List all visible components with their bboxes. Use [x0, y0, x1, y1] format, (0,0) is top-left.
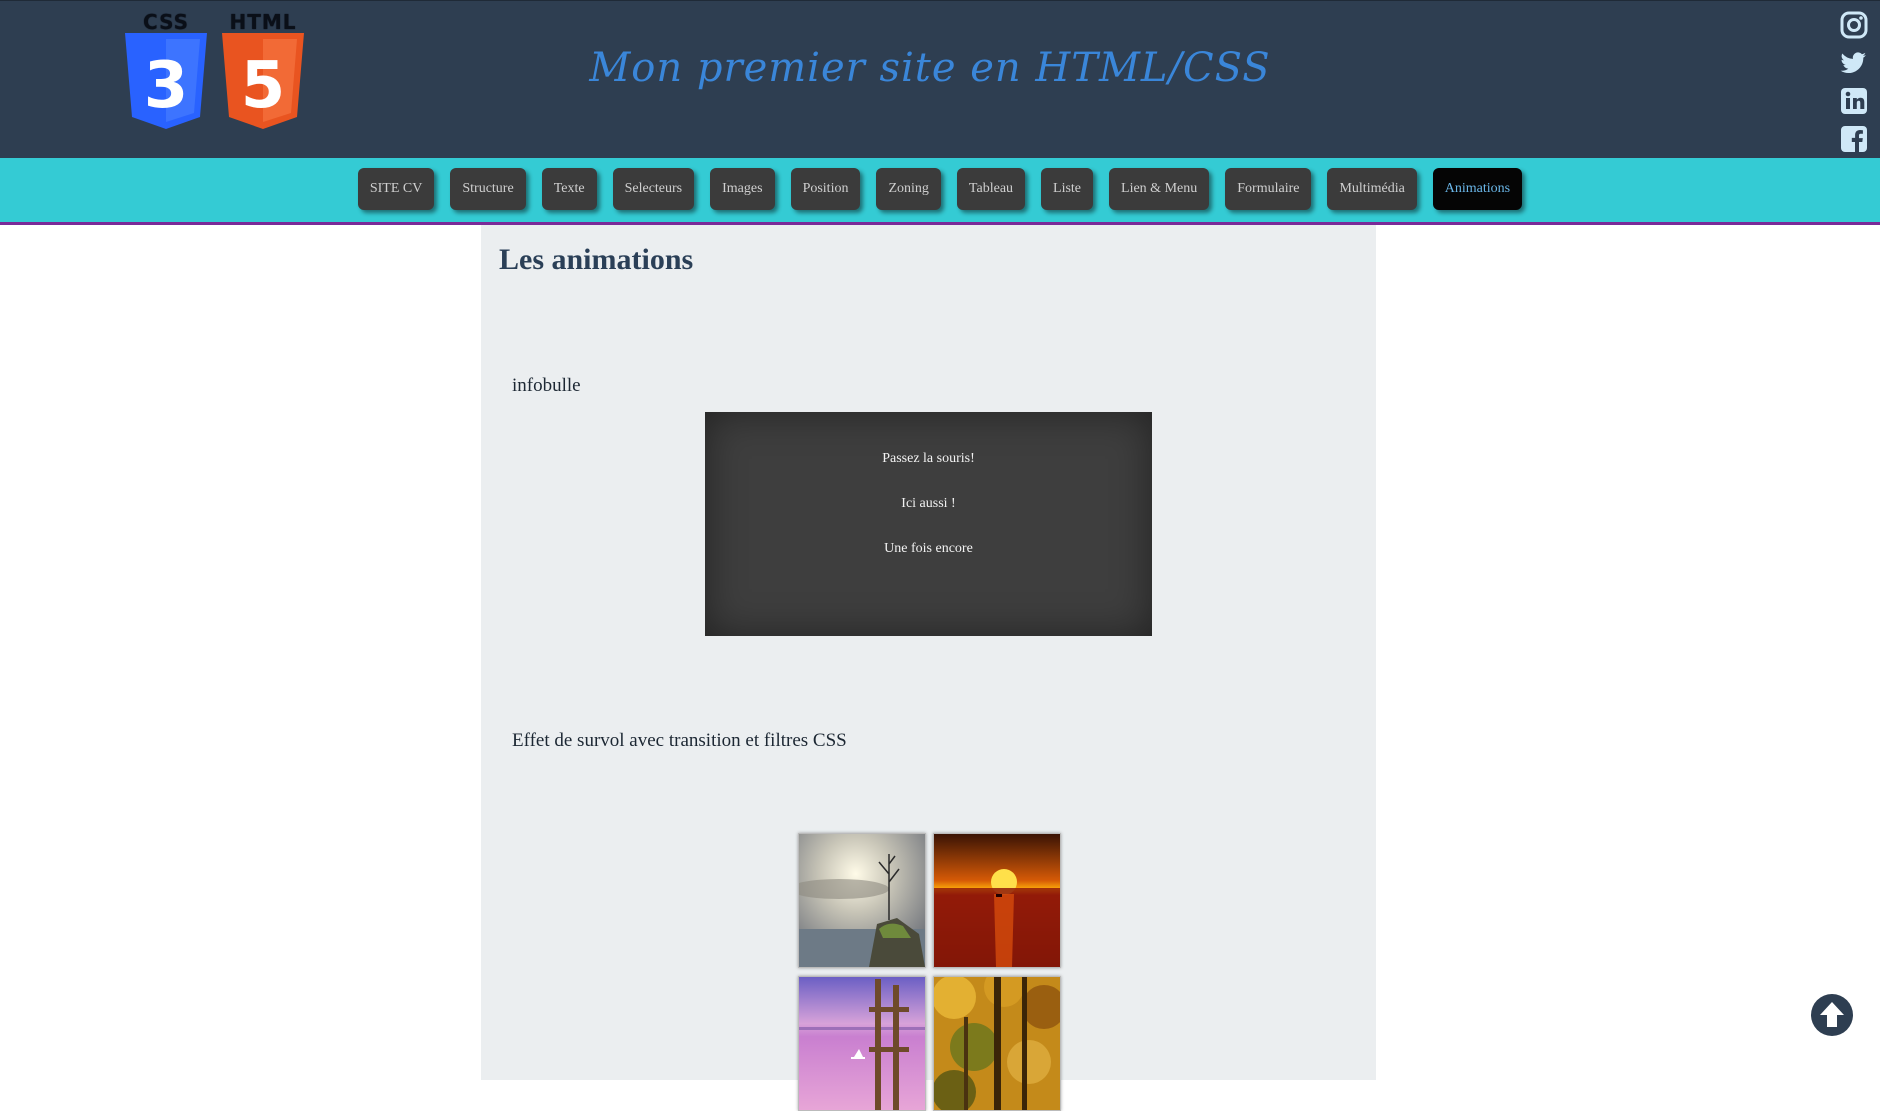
tooltip-trigger-3[interactable]: Une fois encore — [705, 541, 1152, 557]
html-logo-caption: HTML — [229, 10, 297, 34]
facebook-icon[interactable] — [1840, 125, 1868, 153]
nav-item-site-cv[interactable]: SITE CV — [357, 168, 435, 210]
autumn-forest-image[interactable] — [933, 976, 1061, 1111]
site-title: Mon premier site en HTML/CSS — [589, 45, 1271, 91]
main-content: Les animations infobulle Passez la souri… — [481, 225, 1376, 1111]
nav-item-structure[interactable]: Structure — [450, 168, 526, 210]
tree-on-rock-sky-image[interactable] — [798, 833, 926, 968]
instagram-icon[interactable] — [1840, 11, 1868, 39]
nav-item-liste[interactable]: Liste — [1041, 168, 1094, 210]
nav-item-animations[interactable]: Animations — [1432, 168, 1523, 210]
nav-item-lien-menu[interactable]: Lien & Menu — [1109, 168, 1210, 210]
social-links — [1840, 11, 1868, 163]
nav-item-formulaire[interactable]: Formulaire — [1225, 168, 1312, 210]
page-title: Les animations — [499, 243, 694, 276]
tooltip-trigger-2[interactable]: Ici aussi ! — [705, 496, 1152, 512]
hover-section-label: Effet de survol avec transition et filtr… — [512, 730, 847, 751]
sunset-sea-image[interactable] — [933, 833, 1061, 968]
nav-item-tableau[interactable]: Tableau — [956, 168, 1026, 210]
nav-item-zoning[interactable]: Zoning — [876, 168, 941, 210]
purple-lake-pier-image[interactable] — [798, 976, 926, 1111]
twitter-icon[interactable] — [1840, 49, 1868, 77]
main-navigation: SITE CV Structure Texte Selecteurs Image… — [0, 158, 1880, 225]
nav-item-selecteurs[interactable]: Selecteurs — [612, 168, 695, 210]
css-logo-caption: CSS — [143, 10, 189, 34]
nav-item-multimedia[interactable]: Multimédia — [1327, 168, 1417, 210]
tooltip-section-label: infobulle — [512, 375, 581, 396]
tooltip-trigger-1[interactable]: Passez la souris! — [705, 451, 1152, 467]
nav-item-images[interactable]: Images — [710, 168, 775, 210]
linkedin-icon[interactable] — [1840, 87, 1868, 115]
nav-item-position[interactable]: Position — [790, 168, 861, 210]
tooltip-demo-box: Passez la souris! Ici aussi ! Une fois e… — [705, 412, 1152, 636]
site-header: CSS 3 HTML 5 Mon premier site en HTML/CS… — [0, 0, 1880, 158]
arrow-up-circle-icon[interactable] — [1810, 993, 1854, 1037]
nav-item-texte[interactable]: Texte — [541, 168, 597, 210]
